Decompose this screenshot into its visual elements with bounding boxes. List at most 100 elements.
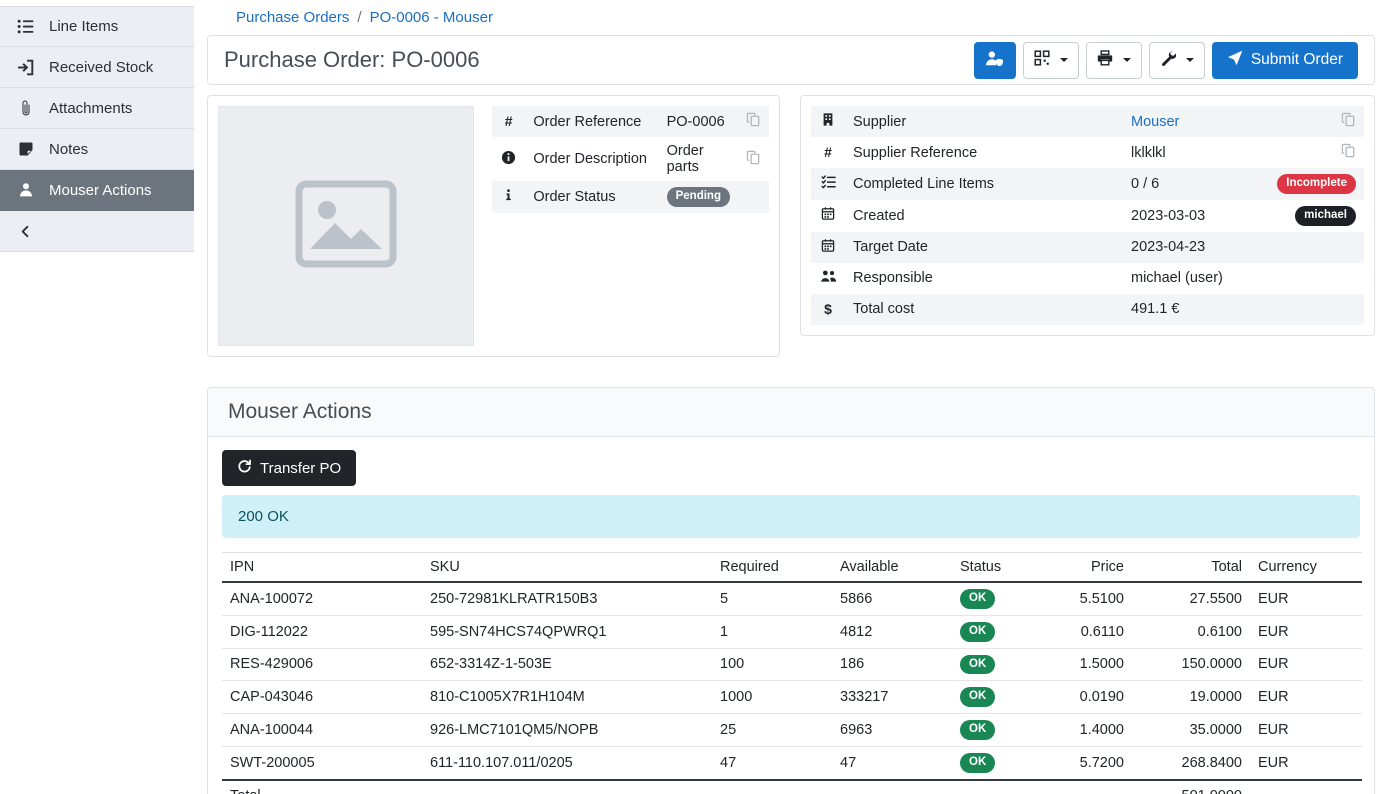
hash-icon: # bbox=[505, 113, 513, 129]
detail-label: Order Reference bbox=[525, 106, 658, 137]
created-value: 2023-03-03 bbox=[1123, 200, 1269, 232]
detail-label: Target Date bbox=[845, 232, 1123, 263]
building-icon bbox=[821, 115, 835, 131]
cell-required: 100 bbox=[712, 648, 832, 681]
supplier-details-table: Supplier Mouser # Supplier Reference lkl… bbox=[811, 106, 1364, 325]
status-ok-badge: OK bbox=[960, 655, 995, 675]
sidebar-item-received-stock[interactable]: Received Stock bbox=[0, 47, 194, 88]
supplier-details-card: Supplier Mouser # Supplier Reference lkl… bbox=[800, 95, 1375, 336]
breadcrumb-link-purchase-orders[interactable]: Purchase Orders bbox=[236, 9, 349, 26]
detail-label: Order Description bbox=[525, 137, 658, 181]
cell-required: 1 bbox=[712, 615, 832, 648]
sidebar-item-attachments[interactable]: Attachments bbox=[0, 88, 194, 129]
copy-icon[interactable] bbox=[746, 150, 761, 165]
printer-icon bbox=[1097, 50, 1113, 70]
order-actions-button[interactable] bbox=[1149, 42, 1205, 79]
detail-row-responsible: Responsible michael (user) bbox=[811, 263, 1364, 294]
cell-currency: EUR bbox=[1250, 648, 1362, 681]
line-item-row: SWT-200005 611-110.107.011/0205 47 47 OK… bbox=[222, 746, 1362, 779]
cell-sku: 250-72981KLRATR150B3 bbox=[422, 582, 712, 615]
transfer-po-label: Transfer PO bbox=[260, 460, 341, 477]
paperclip-icon bbox=[16, 100, 35, 117]
detail-row-supplier: Supplier Mouser bbox=[811, 106, 1364, 137]
cell-total: 35.0000 bbox=[1132, 714, 1250, 747]
refresh-icon bbox=[237, 459, 252, 478]
cell-available: 5866 bbox=[832, 582, 952, 615]
barcode-actions-button[interactable] bbox=[1023, 42, 1079, 79]
line-item-row: DIG-112022 595-SN74HCS74QPWRQ1 1 4812 OK… bbox=[222, 615, 1362, 648]
qrcode-icon bbox=[1034, 50, 1050, 70]
transfer-po-button[interactable]: Transfer PO bbox=[222, 450, 356, 486]
copy-icon[interactable] bbox=[1341, 143, 1356, 158]
detail-label: Order Status bbox=[525, 181, 658, 213]
cell-sku: 652-3314Z-1-503E bbox=[422, 648, 712, 681]
detail-row-target-date: Target Date 2023-04-23 bbox=[811, 232, 1364, 263]
breadcrumb-separator: / bbox=[357, 9, 361, 26]
col-header-status: Status bbox=[952, 553, 1037, 583]
sidebar-item-line-items[interactable]: Line Items bbox=[0, 6, 194, 47]
breadcrumb-link-current-order[interactable]: PO-0006 - Mouser bbox=[370, 9, 493, 26]
sidebar-item-mouser-actions[interactable]: Mouser Actions bbox=[0, 170, 194, 211]
header-actions: Submit Order bbox=[974, 42, 1358, 79]
order-image-placeholder[interactable] bbox=[218, 106, 474, 346]
panel-title: Mouser Actions bbox=[228, 400, 1354, 424]
status-ok-badge: OK bbox=[960, 720, 995, 740]
detail-row-order-status: Order Status Pending bbox=[492, 181, 769, 213]
order-status-badge: Pending bbox=[667, 187, 730, 207]
line-item-row: RES-429006 652-3314Z-1-503E 100 186 OK 1… bbox=[222, 648, 1362, 681]
cell-available: 186 bbox=[832, 648, 952, 681]
responsible-value: michael (user) bbox=[1123, 263, 1269, 294]
detail-label: Completed Line Items bbox=[845, 168, 1123, 200]
supplier-link[interactable]: Mouser bbox=[1131, 114, 1179, 130]
cell-currency: EUR bbox=[1250, 681, 1362, 714]
status-ok-badge: OK bbox=[960, 687, 995, 707]
total-label: Total bbox=[222, 780, 422, 794]
copy-icon[interactable] bbox=[1341, 112, 1356, 127]
cell-required: 5 bbox=[712, 582, 832, 615]
copy-icon[interactable] bbox=[746, 112, 761, 127]
detail-label: Supplier bbox=[845, 106, 1123, 137]
user-icon bbox=[16, 182, 35, 199]
sidebar-item-notes[interactable]: Notes bbox=[0, 129, 194, 170]
page-title: Purchase Order: PO-0006 bbox=[224, 47, 480, 73]
sidebar-collapse-button[interactable] bbox=[0, 211, 194, 252]
cell-currency: EUR bbox=[1250, 582, 1362, 615]
completed-line-items-value: 0 / 6 bbox=[1123, 168, 1269, 200]
admin-button[interactable] bbox=[974, 42, 1016, 79]
detail-row-order-description: Order Description Order parts bbox=[492, 137, 769, 181]
panel-body: Transfer PO 200 OK IPN SKU Required Avai… bbox=[208, 437, 1374, 794]
line-item-row: ANA-100044 926-LMC7101QM5/NOPB 25 6963 O… bbox=[222, 714, 1362, 747]
cell-sku: 595-SN74HCS74QPWRQ1 bbox=[422, 615, 712, 648]
line-items-table: IPN SKU Required Available Status Price … bbox=[222, 552, 1362, 794]
dollar-icon: $ bbox=[824, 301, 832, 317]
cell-required: 1000 bbox=[712, 681, 832, 714]
table-header-row: IPN SKU Required Available Status Price … bbox=[222, 553, 1362, 583]
cell-ipn: SWT-200005 bbox=[222, 746, 422, 779]
cell-price: 0.6110 bbox=[1037, 615, 1132, 648]
detail-row-supplier-reference: # Supplier Reference lklklkl bbox=[811, 137, 1364, 168]
cell-currency: EUR bbox=[1250, 615, 1362, 648]
users-group-icon bbox=[820, 271, 837, 287]
info-icon bbox=[502, 190, 515, 206]
table-total-row: Total 501.0000 bbox=[222, 780, 1362, 794]
submit-order-button[interactable]: Submit Order bbox=[1212, 42, 1358, 79]
calendar-icon bbox=[821, 241, 835, 257]
print-actions-button[interactable] bbox=[1086, 42, 1142, 79]
detail-label: Created bbox=[845, 200, 1123, 232]
order-details-table: # Order Reference PO-0006 Order Descript… bbox=[492, 106, 769, 213]
status-ok-badge: OK bbox=[960, 589, 995, 609]
cell-price: 1.5000 bbox=[1037, 648, 1132, 681]
detail-row-order-reference: # Order Reference PO-0006 bbox=[492, 106, 769, 137]
col-header-total: Total bbox=[1132, 553, 1250, 583]
cell-ipn: ANA-100044 bbox=[222, 714, 422, 747]
created-by-badge: michael bbox=[1295, 206, 1356, 226]
cell-currency: EUR bbox=[1250, 714, 1362, 747]
col-header-currency: Currency bbox=[1250, 553, 1362, 583]
paper-plane-icon bbox=[1227, 50, 1243, 71]
order-detail-cards: # Order Reference PO-0006 Order Descript… bbox=[207, 95, 1375, 357]
order-description-value: Order parts bbox=[659, 137, 738, 181]
cell-ipn: DIG-112022 bbox=[222, 615, 422, 648]
cell-currency: EUR bbox=[1250, 746, 1362, 779]
cell-available: 333217 bbox=[832, 681, 952, 714]
cell-available: 4812 bbox=[832, 615, 952, 648]
